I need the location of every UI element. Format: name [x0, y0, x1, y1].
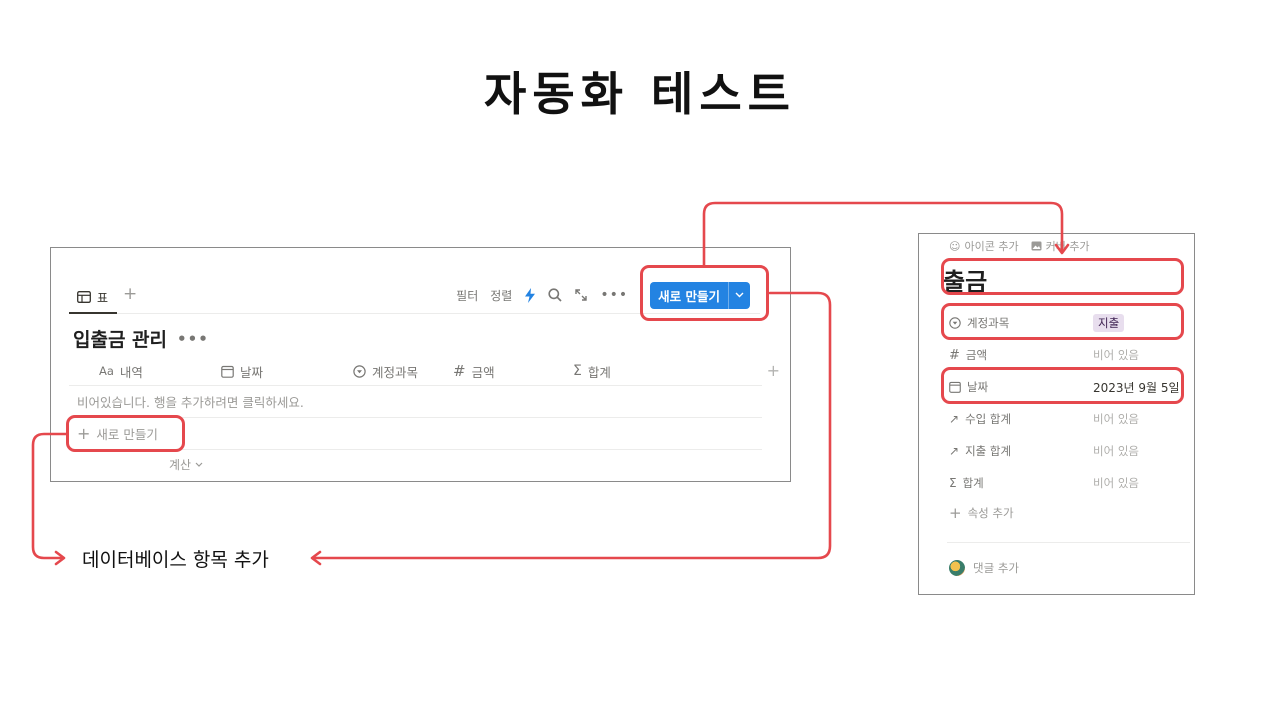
column-header-date[interactable]: 날짜 — [221, 356, 263, 386]
column-label: 내역 — [119, 364, 143, 380]
filter-button[interactable]: 필터 — [456, 287, 478, 304]
column-label: 계정과목 — [372, 364, 419, 380]
smiley-icon: ☺ — [949, 239, 961, 253]
add-column-icon[interactable]: + — [767, 361, 780, 380]
add-cover-button[interactable]: 커버 추가 — [1031, 238, 1090, 254]
property-value: 비어 있음 — [1093, 476, 1139, 490]
table-icon — [77, 291, 91, 303]
highlight-new-button — [640, 265, 769, 321]
property-name: ↗ 지출 합계 — [949, 443, 1093, 459]
title-more-icon[interactable]: ••• — [177, 330, 209, 348]
slide-title: 자동화 테스트 — [484, 67, 796, 121]
column-header-row: Aa 내역 날짜 계정과목 # 금액 Σ 합계 + — [69, 356, 780, 386]
number-type-icon: # — [949, 347, 960, 363]
property-row-total[interactable]: Σ 합계 비어 있음 — [949, 468, 1180, 498]
add-icon-label: 아이콘 추가 — [964, 240, 1019, 253]
property-label: 금액 — [965, 348, 988, 362]
property-value: 비어 있음 — [1093, 348, 1139, 362]
tab-table-view[interactable]: 표 — [69, 282, 117, 314]
property-name: # 금액 — [949, 347, 1093, 363]
formula-type-icon: Σ — [573, 363, 582, 379]
property-name: ↗ 수입 합계 — [949, 411, 1093, 427]
column-label: 합계 — [587, 364, 611, 380]
page-header-actions: ☺ 아이콘 추가 커버 추가 — [949, 238, 1090, 254]
property-row-amount[interactable]: # 금액 비어 있음 — [949, 340, 1180, 370]
tab-label: 표 — [97, 290, 109, 305]
expand-icon[interactable] — [574, 288, 588, 302]
column-header-amount[interactable]: # 금액 — [453, 356, 495, 386]
property-value: 비어 있음 — [1093, 444, 1139, 458]
number-type-icon: # — [453, 362, 466, 380]
highlight-new-row — [66, 415, 185, 452]
column-label: 금액 — [471, 364, 495, 380]
property-row-income-total[interactable]: ↗ 수입 합계 비어 있음 — [949, 404, 1180, 434]
database-title-text: 입출금 관리 — [73, 329, 168, 351]
property-value: 비어 있음 — [1093, 412, 1139, 426]
arrow-head — [54, 550, 66, 566]
add-cover-label: 커버 추가 — [1045, 240, 1090, 253]
property-label: 합계 — [962, 476, 984, 490]
calendar-icon — [221, 365, 234, 378]
property-label: 수입 합계 — [965, 412, 1012, 426]
column-header-name[interactable]: Aa 내역 — [99, 356, 143, 386]
automation-lightning-icon[interactable] — [524, 287, 536, 303]
property-label: 지출 합계 — [965, 444, 1012, 458]
annotation-caption: 데이터베이스 항목 추가 — [82, 549, 269, 571]
arrow-head — [310, 550, 322, 566]
calculate-button[interactable]: 계산 — [169, 456, 203, 473]
empty-table-row[interactable]: 비어있습니다. 행을 추가하려면 클릭하세요. — [69, 386, 762, 418]
search-icon[interactable] — [548, 288, 562, 302]
column-label: 날짜 — [240, 364, 264, 380]
add-comment-label: 댓글 추가 — [973, 561, 1019, 575]
add-property-button[interactable]: + 속성 추가 — [949, 504, 1014, 522]
formula-type-icon: Σ — [949, 476, 957, 490]
calc-label: 계산 — [169, 458, 192, 472]
divider — [947, 542, 1190, 543]
text-type-icon: Aa — [99, 364, 114, 378]
property-row-expense-total[interactable]: ↗ 지출 합계 비어 있음 — [949, 436, 1180, 466]
column-header-account[interactable]: 계정과목 — [353, 356, 418, 386]
rollup-arrow-icon: ↗ — [949, 444, 960, 458]
highlight-account-property — [941, 303, 1184, 340]
highlight-date-property — [941, 367, 1184, 404]
avatar — [949, 560, 965, 576]
highlight-page-title — [941, 258, 1184, 295]
select-icon — [353, 364, 366, 378]
add-comment-button[interactable]: 댓글 추가 — [949, 560, 1019, 576]
image-icon — [1031, 241, 1042, 251]
add-view-icon[interactable]: + — [123, 284, 137, 304]
plus-icon: + — [949, 504, 962, 522]
database-title[interactable]: 입출금 관리 ••• — [73, 325, 209, 352]
sort-button[interactable]: 정렬 — [490, 287, 512, 304]
rollup-arrow-icon: ↗ — [949, 412, 960, 426]
column-header-total[interactable]: Σ 합계 — [573, 356, 611, 386]
add-icon-button[interactable]: ☺ 아이콘 추가 — [949, 238, 1019, 254]
chevron-down-icon — [195, 462, 203, 467]
more-options-icon[interactable]: ••• — [600, 287, 628, 303]
add-property-label: 속성 추가 — [967, 506, 1014, 520]
property-name: Σ 합계 — [949, 475, 1093, 491]
